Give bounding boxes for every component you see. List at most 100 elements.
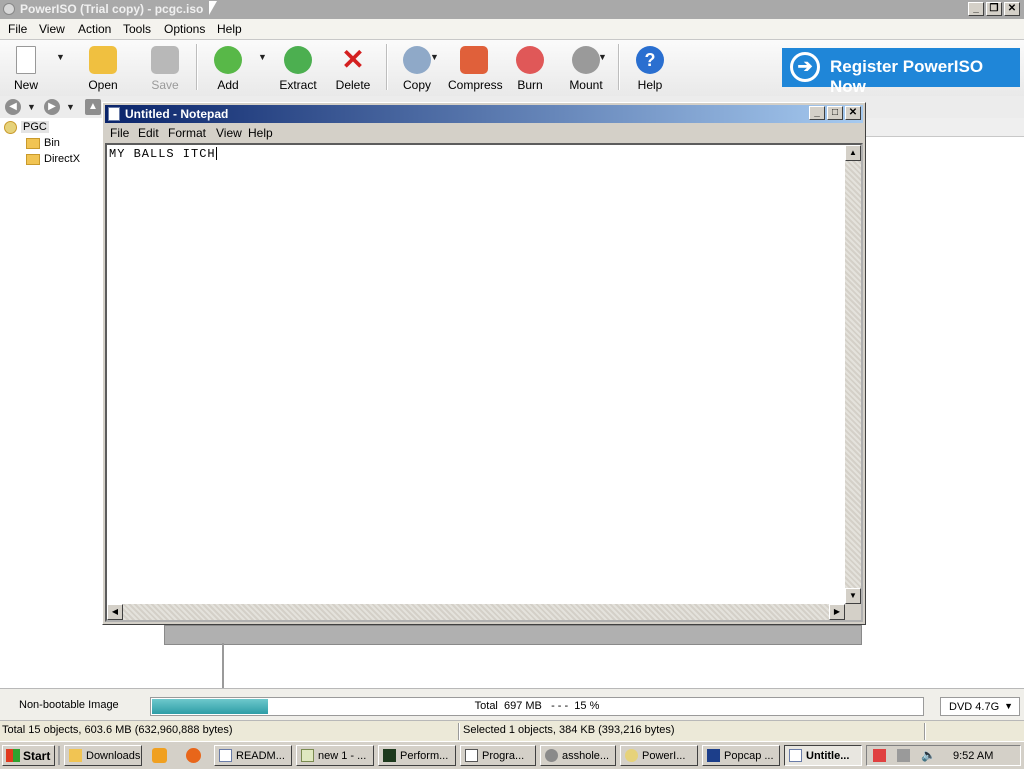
menu-tools[interactable]: Tools bbox=[123, 22, 151, 36]
menu-action[interactable]: Action bbox=[78, 22, 111, 36]
notepad-menu-file[interactable]: File bbox=[110, 126, 129, 140]
scroll-down-arrow-icon[interactable]: ▼ bbox=[845, 588, 861, 604]
notepad-menu-bar: File Edit Format View Help bbox=[105, 123, 863, 143]
windows-logo-icon bbox=[6, 749, 20, 762]
menu-file[interactable]: File bbox=[8, 22, 27, 36]
new-file-icon bbox=[16, 46, 36, 74]
tree-node-bin[interactable]: Bin bbox=[26, 137, 60, 149]
task-new-1[interactable]: new 1 - ... bbox=[296, 745, 374, 766]
notepad-icon bbox=[789, 749, 802, 762]
start-button[interactable]: Start bbox=[2, 745, 55, 766]
file-list-pane[interactable] bbox=[866, 118, 1024, 688]
notepad-window: Untitled - Notepad _ □ ✕ File Edit Forma… bbox=[102, 102, 866, 625]
poweriso-app-icon bbox=[3, 3, 15, 15]
forward-arrow-icon[interactable]: ▶ bbox=[44, 99, 60, 115]
close-button[interactable]: ✕ bbox=[1004, 2, 1020, 16]
notepad-menu-view[interactable]: View bbox=[216, 126, 242, 140]
mount-drive-icon bbox=[572, 46, 600, 74]
compress-icon bbox=[460, 46, 488, 74]
status-divider bbox=[458, 723, 460, 740]
performance-monitor-icon bbox=[383, 749, 396, 762]
up-folder-icon[interactable]: ▲ bbox=[85, 99, 101, 115]
tree-node-directx[interactable]: DirectX bbox=[26, 153, 80, 165]
media-size-select[interactable]: DVD 4.7G ▼ bbox=[940, 697, 1020, 716]
open-button[interactable]: Open bbox=[82, 44, 124, 94]
notepad-menu-edit[interactable]: Edit bbox=[138, 126, 159, 140]
scroll-left-arrow-icon[interactable]: ◀ bbox=[107, 604, 123, 620]
notepad-title-bar[interactable]: Untitled - Notepad _ □ ✕ bbox=[105, 105, 863, 123]
capacity-total-label: Total 697 MB - - - 15 % bbox=[474, 700, 600, 712]
notepad-menu-format[interactable]: Format bbox=[168, 126, 206, 140]
back-dropdown-arrow[interactable]: ▼ bbox=[27, 102, 36, 112]
notepad-minimize-button[interactable]: _ bbox=[809, 106, 825, 120]
notepad-close-button[interactable]: ✕ bbox=[845, 106, 861, 120]
delete-button[interactable]: ✕ Delete bbox=[333, 44, 373, 94]
back-arrow-icon[interactable]: ◀ bbox=[5, 99, 21, 115]
vertical-scrollbar[interactable]: ▲ ▼ bbox=[845, 145, 861, 604]
help-button[interactable]: ? Help bbox=[632, 44, 668, 94]
taskbar-separator bbox=[58, 746, 60, 765]
extract-button[interactable]: Extract bbox=[276, 44, 320, 94]
horizontal-scrollbar[interactable]: ◀ ▶ bbox=[107, 604, 845, 620]
add-button[interactable]: Add bbox=[208, 44, 248, 94]
task-untitled-notepad[interactable]: Untitle... bbox=[784, 745, 862, 766]
disc-icon bbox=[4, 121, 17, 134]
system-tray: 🔈 9:52 AM bbox=[866, 745, 1021, 766]
security-alert-icon[interactable] bbox=[873, 749, 886, 762]
toolbar-separator bbox=[196, 44, 198, 90]
compress-button[interactable]: Compress bbox=[448, 44, 503, 94]
burn-button[interactable]: Burn bbox=[512, 44, 548, 94]
help-question-icon: ? bbox=[636, 46, 664, 74]
notepad-app-icon bbox=[108, 107, 120, 121]
new-dropdown-arrow[interactable]: ▼ bbox=[56, 52, 65, 62]
file-list-header bbox=[866, 118, 1024, 137]
scroll-right-arrow-icon[interactable]: ▶ bbox=[829, 604, 845, 620]
task-poweriso[interactable]: PowerI... bbox=[620, 745, 698, 766]
selected-objects-label: Selected 1 objects, 384 KB (393,216 byte… bbox=[463, 724, 675, 736]
copy-disc-icon bbox=[403, 46, 431, 74]
pane-splitter[interactable] bbox=[222, 643, 224, 688]
mount-dropdown-arrow[interactable]: ▼ bbox=[598, 52, 607, 62]
notepad-menu-help[interactable]: Help bbox=[248, 126, 273, 140]
task-readme[interactable]: READM... bbox=[214, 745, 292, 766]
copy-dropdown-arrow[interactable]: ▼ bbox=[430, 52, 439, 62]
notepad-icon bbox=[219, 749, 232, 762]
forward-dropdown-arrow[interactable]: ▼ bbox=[66, 102, 75, 112]
restore-button[interactable]: ❐ bbox=[986, 2, 1002, 16]
menu-help[interactable]: Help bbox=[217, 22, 242, 36]
add-dropdown-arrow[interactable]: ▼ bbox=[258, 52, 267, 62]
save-button[interactable]: Save bbox=[145, 44, 185, 94]
scroll-up-arrow-icon[interactable]: ▲ bbox=[845, 145, 861, 161]
new-button[interactable]: New bbox=[6, 44, 46, 94]
menu-view[interactable]: View bbox=[39, 22, 65, 36]
notepad-window-title: Untitled - Notepad bbox=[125, 107, 229, 121]
resize-grip-icon[interactable] bbox=[845, 604, 861, 620]
tree-node-root[interactable]: PGC bbox=[4, 121, 49, 134]
task-programs[interactable]: Progra... bbox=[460, 745, 536, 766]
notepad-maximize-button[interactable]: □ bbox=[827, 106, 843, 120]
notepad-content: MY BALLS ITCH bbox=[109, 147, 217, 161]
total-objects-label: Total 15 objects, 603.6 MB (632,960,888 … bbox=[2, 724, 233, 736]
network-status-icon[interactable] bbox=[897, 749, 910, 762]
minimize-button[interactable]: _ bbox=[968, 2, 984, 16]
burn-disc-icon bbox=[516, 46, 544, 74]
register-poweriso-button[interactable]: ➔ Register PowerISO Now bbox=[782, 48, 1020, 96]
clock[interactable]: 9:52 AM bbox=[953, 750, 993, 762]
media-player-icon[interactable] bbox=[152, 748, 167, 763]
add-icon bbox=[214, 46, 242, 74]
firefox-icon[interactable] bbox=[186, 748, 201, 763]
poweriso-title-bar[interactable]: PowerISO (Trial copy) - pcgc.iso _ ❐ ✕ bbox=[0, 0, 1024, 19]
menu-options[interactable]: Options bbox=[164, 22, 205, 36]
taskbar: Start Downloads READM... new 1 - ... Per… bbox=[0, 741, 1024, 769]
open-folder-icon bbox=[89, 46, 117, 74]
task-downloads[interactable]: Downloads bbox=[64, 745, 142, 766]
toolbar-separator bbox=[386, 44, 388, 90]
volume-icon[interactable]: 🔈 bbox=[921, 748, 936, 762]
task-performance[interactable]: Perform... bbox=[378, 745, 456, 766]
folder-icon bbox=[26, 137, 40, 149]
task-popcap[interactable]: Popcap ... bbox=[702, 745, 780, 766]
task-asshole[interactable]: asshole... bbox=[540, 745, 616, 766]
notepad-text-area[interactable]: MY BALLS ITCH ▲ ▼ ◀ ▶ bbox=[105, 143, 863, 622]
image-type-label: Non-bootable Image bbox=[19, 699, 119, 711]
poweriso-menu-bar: File View Action Tools Options Help bbox=[0, 19, 1024, 40]
